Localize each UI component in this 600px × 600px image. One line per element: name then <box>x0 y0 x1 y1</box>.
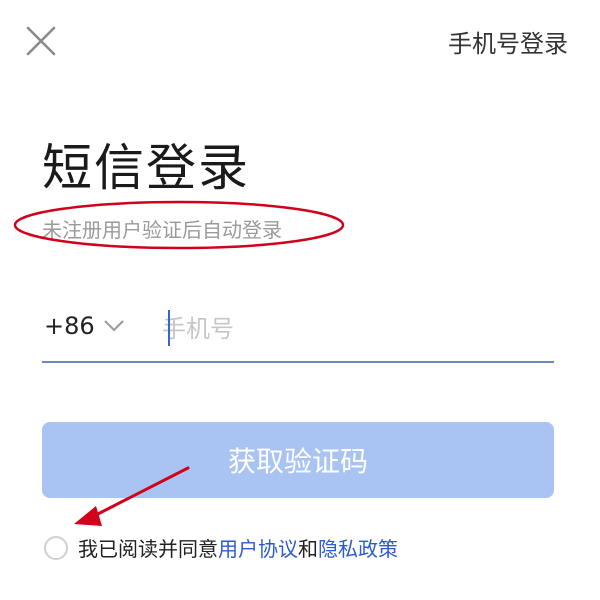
privacy-policy-link[interactable]: 隐私政策 <box>318 537 398 561</box>
agreement-text: 我已阅读并同意用户协议和隐私政策 <box>78 533 398 562</box>
close-icon <box>26 26 56 56</box>
agreement-row: 我已阅读并同意用户协议和隐私政策 <box>44 533 398 562</box>
annotation-arrow <box>74 466 190 526</box>
page-title: 短信登录 <box>42 139 250 197</box>
text-caret <box>168 310 170 346</box>
close-button[interactable] <box>22 22 60 60</box>
annotation-ellipse <box>13 200 345 250</box>
agreement-radio[interactable] <box>44 535 68 560</box>
chevron-down-icon <box>103 320 124 332</box>
user-agreement-link[interactable]: 用户协议 <box>218 537 298 561</box>
phone-input-underline <box>42 361 554 363</box>
phone-input[interactable] <box>160 308 554 350</box>
agreement-prefix: 我已阅读并同意 <box>78 537 218 561</box>
agreement-and: 和 <box>298 537 318 561</box>
country-code: +86 <box>44 312 95 340</box>
phone-login-link[interactable]: 手机号登录 <box>448 24 568 59</box>
country-code-selector[interactable]: +86 <box>44 312 125 340</box>
